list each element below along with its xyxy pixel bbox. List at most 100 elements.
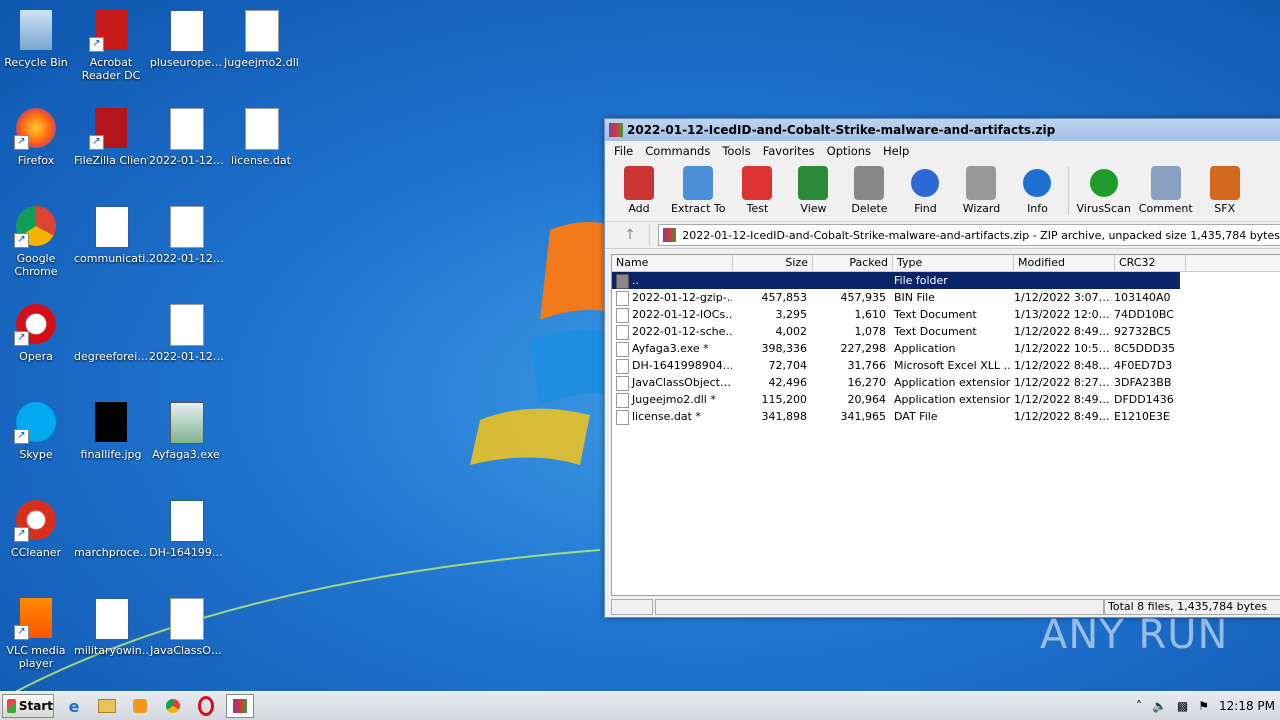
title-bar[interactable]: 2022-01-12-IcedID-and-Cobalt-Strike-malw… [605, 119, 1280, 141]
table-row[interactable]: JavaClassObject… 42,496 16,270 Application … [612, 374, 1280, 391]
desktop-icon[interactable]: ↗ Opera [0, 302, 73, 363]
column-header-type[interactable]: Type [893, 255, 1014, 271]
column-header-size[interactable]: Size [733, 255, 813, 271]
delete-icon [854, 166, 885, 200]
desktop-icon[interactable]: ↗ VLC media player [0, 596, 73, 670]
network-icon[interactable]: ▩ [1177, 699, 1188, 713]
table-row[interactable]: 2022-01-12-sche… 4,002 1,078 Text Document 1… [612, 323, 1280, 340]
explorer-icon[interactable] [94, 695, 120, 717]
menu-options[interactable]: Options [822, 144, 878, 158]
table-row[interactable]: Jugeejmo2.dll * 115,200 20,964 Application … [612, 391, 1280, 408]
desktop-icon-label: Ayfaga3.exe [152, 448, 220, 461]
cell-size: 457,853 [761, 291, 808, 304]
toolbar-find-button[interactable]: Find [897, 161, 953, 215]
skype-icon: ↗ [14, 400, 58, 444]
toolbar-test-button[interactable]: Test [729, 161, 785, 215]
menu-help[interactable]: Help [878, 144, 916, 158]
toolbar-info-button[interactable]: Info [1009, 161, 1065, 215]
path-bar: ↑ 2022-01-12-IcedID-and-Cobalt-Strike-ma… [605, 222, 1280, 249]
desktop-icon[interactable]: 2022-01-12… [149, 204, 223, 265]
start-label: Start [18, 699, 53, 713]
desktop-icon[interactable]: Recycle Bin [0, 8, 73, 69]
desktop-icon[interactable]: JavaClassO… [149, 596, 223, 657]
ie-icon[interactable]: e [61, 695, 87, 717]
opera-icon[interactable] [193, 695, 219, 717]
desktop-icon[interactable]: Ayfaga3.exe [149, 400, 223, 461]
volume-icon[interactable]: 🔈 [1152, 699, 1167, 713]
folder-up-icon [616, 273, 629, 289]
column-header-packed[interactable]: Packed [813, 255, 893, 271]
view-icon [798, 166, 829, 200]
desktop-icon-label: 2022-01-12… [149, 154, 223, 167]
table-row[interactable]: Ayfaga3.exe * 398,336 227,298 Application 1/… [612, 340, 1280, 357]
toolbar-label: SFX [1214, 202, 1236, 215]
table-row[interactable]: license.dat * 341,898 341,965 DAT File 1/12/… [612, 408, 1280, 425]
cell-size: 3,295 [775, 308, 808, 321]
desktop-icon[interactable]: communicati… [74, 204, 148, 265]
cell-crc: 8C5DDD35 [1114, 342, 1176, 355]
up-arrow-icon[interactable]: ↑ [611, 224, 650, 246]
row-name-text: 2022-01-12-IOCs… [632, 308, 732, 321]
filezilla-icon: ↗ [89, 106, 133, 150]
clock[interactable]: 12:18 PM [1219, 699, 1275, 713]
blank-file-icon [164, 106, 208, 150]
desktop-icon[interactable]: DH-164199… [149, 498, 223, 559]
table-row[interactable]: DH-1641998904.… 72,704 31,766 Microsoft Exc… [612, 357, 1280, 374]
desktop-icon[interactable]: ↗ Skype [0, 400, 73, 461]
menu-favorites[interactable]: Favorites [758, 144, 822, 158]
word-document-icon [164, 8, 208, 52]
start-button[interactable]: Start [2, 694, 54, 718]
desktop-icon[interactable]: degreeforei… [74, 302, 148, 363]
desktop-icon-label-line2: player [18, 657, 54, 670]
desktop-icon[interactable]: Jugeejmo2.dll [224, 8, 298, 69]
toolbar-sfx-button[interactable]: SFX [1197, 161, 1253, 215]
toolbar-view-button[interactable]: View [785, 161, 841, 215]
file-icon [616, 358, 629, 374]
show-hidden-icons-icon[interactable]: ˄ [1136, 699, 1142, 713]
desktop-icon[interactable]: ↗ Firefox [0, 106, 73, 167]
desktop-icon-label: 2022-01-12… [149, 350, 223, 363]
table-row[interactable]: .. File folder [612, 272, 1280, 289]
toolbar-virusscan-button[interactable]: VirusScan [1072, 161, 1134, 215]
column-header-modified[interactable]: Modified [1014, 255, 1115, 271]
table-row[interactable]: 2022-01-12-IOCs… 3,295 1,610 Text Document 1… [612, 306, 1280, 323]
toolbar-comment-button[interactable]: Comment [1135, 161, 1197, 215]
archive-icon [663, 228, 677, 242]
table-row[interactable]: 2022-01-12-gzip-… 457,853 457,935 BIN File 1… [612, 289, 1280, 306]
desktop-icon[interactable]: pluseurope… [149, 8, 223, 69]
desktop-icon-label: CCleaner [10, 546, 62, 559]
menu-file[interactable]: File [609, 144, 640, 158]
toolbar-add-button[interactable]: Add [611, 161, 667, 215]
desktop-icon[interactable]: ↗ Acrobat Reader DC [74, 8, 148, 82]
comment-icon [1150, 166, 1181, 200]
desktop-icon[interactable]: finallife.jpg [74, 400, 148, 461]
winrar-taskbar-icon[interactable] [226, 694, 254, 718]
desktop-icon[interactable]: militaryowin… [74, 596, 148, 657]
path-field[interactable]: 2022-01-12-IcedID-and-Cobalt-Strike-malw… [658, 224, 1280, 246]
toolbar-delete-button[interactable]: Delete [841, 161, 897, 215]
cell-crc: 74DD10BC [1114, 308, 1174, 321]
toolbar-label: Add [628, 202, 650, 215]
media-player-icon[interactable] [127, 695, 153, 717]
toolbar-extract-to-button[interactable]: Extract To [667, 161, 729, 215]
desktop-icon[interactable]: ↗ Google Chrome [0, 204, 73, 278]
chrome-icon[interactable] [160, 695, 186, 717]
desktop-icon[interactable]: marchproce… [74, 498, 148, 559]
menu-commands[interactable]: Commands [640, 144, 717, 158]
desktop-icon[interactable]: ↗ CCleaner [0, 498, 73, 559]
taskbar: Start e ˄ 🔈 ▩ ⚑ 12:18 PM [0, 691, 1280, 720]
desktop-icon[interactable]: ↗ FileZilla Client [74, 106, 148, 167]
toolbar-wizard-button[interactable]: Wizard [953, 161, 1009, 215]
column-header-crc32[interactable]: CRC32 [1115, 255, 1186, 271]
column-header-name[interactable]: Name [612, 255, 733, 271]
cell-size: 42,496 [768, 376, 808, 389]
action-center-flag-icon[interactable]: ⚑ [1198, 699, 1209, 713]
desktop-icon[interactable]: license.dat [224, 106, 298, 167]
menu-tools[interactable]: Tools [717, 144, 757, 158]
excel-file-icon [164, 498, 208, 542]
cell-type: Application [894, 342, 956, 355]
desktop-icon[interactable]: 2022-01-12… [149, 106, 223, 167]
cell-modified: 1/12/2022 8:27… [1014, 376, 1110, 389]
drive-icon[interactable] [611, 599, 653, 615]
desktop-icon[interactable]: 2022-01-12… [149, 302, 223, 363]
